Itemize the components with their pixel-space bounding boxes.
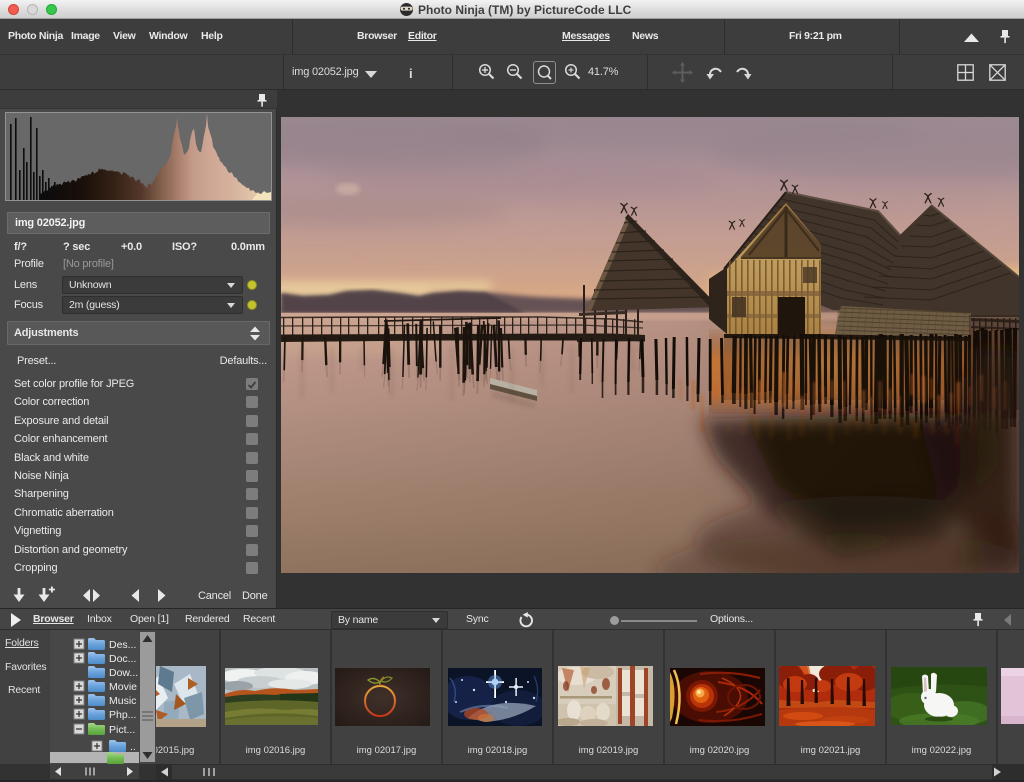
svg-text:Doc...: Doc... (109, 653, 136, 665)
svg-text:Music: Music (109, 695, 136, 707)
svg-text:..: .. (130, 741, 136, 753)
svg-text:Movie: Movie (109, 681, 137, 693)
svg-text:Pict...: Pict... (109, 724, 135, 736)
svg-text:Php...: Php... (109, 709, 136, 721)
svg-text:Dow...: Dow... (109, 667, 138, 679)
svg-text:Des...: Des... (109, 639, 136, 651)
